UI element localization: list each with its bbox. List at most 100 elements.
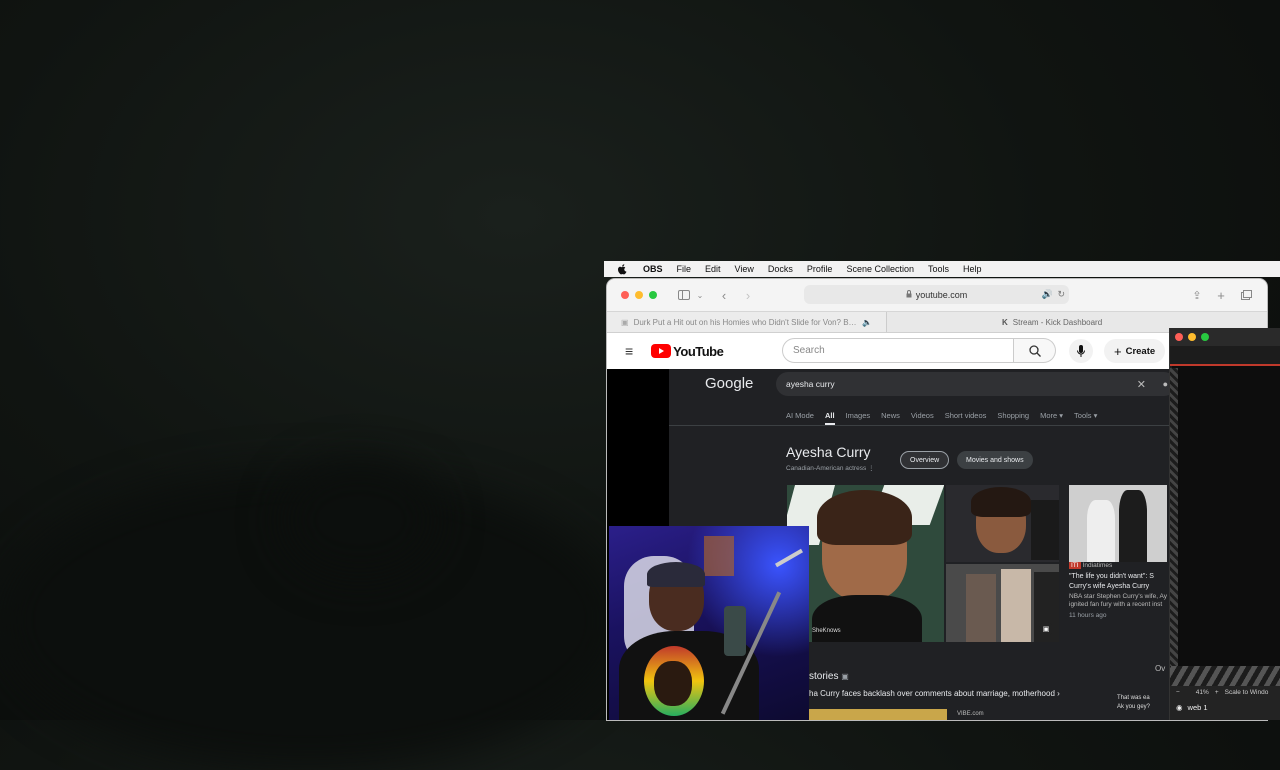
chat-message: Ak you gey? [1117,704,1151,710]
nav-more[interactable]: More ▾ [1040,411,1063,425]
news-source: ITI Indiatimes [1069,562,1113,569]
create-button[interactable]: + Create [1104,339,1166,363]
youtube-search-input[interactable]: Search [782,338,1014,363]
menu-tools[interactable]: Tools [921,264,956,274]
nav-all[interactable]: All [824,411,835,425]
obs-close-button[interactable] [1175,333,1183,341]
image-main-portrait[interactable]: SheKnows [787,485,944,642]
close-window-button[interactable] [621,291,629,299]
story-thumb[interactable] [809,709,947,720]
obs-minimize-button[interactable] [1188,333,1196,341]
search-placeholder: Search [793,345,825,356]
share-icon[interactable]: ⇪ [1190,288,1204,302]
obs-window: − 41% + Scale to Windo ◉ web 1 [1169,328,1280,720]
news-time: 11 hours ago [1069,611,1107,619]
create-label: Create [1125,345,1156,357]
scale-to-window[interactable]: Scale to Windo [1225,689,1269,696]
search-button[interactable] [1014,338,1056,363]
chat-message: That was ea [1117,695,1150,701]
voice-search-button[interactable] [1069,339,1093,363]
obs-zoom-button[interactable] [1201,333,1209,341]
forward-icon[interactable]: › [741,288,755,303]
search-icon [1028,344,1041,357]
obs-striped-bottom [1170,666,1280,686]
tab-youtube[interactable]: ▣ Durk Put a Hit out on his Homies who D… [607,312,887,332]
menu-scene-collection[interactable]: Scene Collection [839,264,921,274]
google-search-input[interactable]: ayesha curry ✕ ● [776,372,1176,396]
stories-icon: ▣ [841,672,849,681]
menu-app-name[interactable]: OBS [636,264,670,274]
news-card-image[interactable] [1069,485,1167,562]
menu-view[interactable]: View [728,264,761,274]
nav-videos[interactable]: Videos [911,411,934,425]
source-name[interactable]: web 1 [1188,703,1208,712]
youtube-favicon-icon: ▣ [621,317,629,327]
obs-preview[interactable] [1172,366,1280,666]
chat-overlay: That was ea Ak you gey? [1117,694,1150,712]
obs-bottom-bar: − 41% + Scale to Windo ◉ web 1 [1170,686,1280,720]
menu-profile[interactable]: Profile [800,264,840,274]
youtube-header: ≡ YouTube Search + Create [607,333,1267,369]
back-icon[interactable]: ‹ [717,288,731,303]
obs-striped-strip [1170,368,1178,668]
camera-icon: ◉ [1176,703,1183,712]
google-query-text: ayesha curry [786,379,835,389]
image-thumb-bottom[interactable]: ▣ [946,564,1059,642]
zoom-in-icon[interactable]: + [1215,689,1219,696]
nav-tools[interactable]: Tools ▾ [1074,411,1097,425]
tab-bar: ▣ Durk Put a Hit out on his Homies who D… [607,311,1267,333]
nav-images[interactable]: Images [846,411,871,425]
right-snippet: Ov [1155,664,1166,673]
menu-edit[interactable]: Edit [698,264,728,274]
audio-playing-icon[interactable]: 🔈 [862,318,872,327]
nav-short-videos[interactable]: Short videos [945,411,987,425]
chevron-down-icon[interactable]: ⌄ [693,288,707,302]
menu-icon[interactable]: ≡ [625,343,633,359]
image-credit: SheKnows [812,628,841,634]
chip-movies-and-shows[interactable]: Movies and shows [957,451,1033,469]
tab-label: Stream - Kick Dashboard [1012,317,1103,327]
image-thumb-top[interactable] [946,485,1059,562]
lock-icon [906,289,912,300]
safari-toolbar: ⌄ ‹ › youtube.com 🔊 ↻ ⇪ + [607,279,1267,311]
menu-help[interactable]: Help [956,264,989,274]
tab-label: Durk Put a Hit out on his Homies who Did… [633,317,857,327]
microphone-icon [1077,345,1085,357]
google-nav: AI Mode All Images News Videos Short vid… [786,411,1097,425]
youtube-play-icon [651,344,672,358]
sidebar-icon[interactable] [677,288,691,302]
tab-overview-icon[interactable] [1239,288,1253,302]
menu-docks[interactable]: Docks [761,264,800,274]
story-source: VIBE.com [957,711,984,717]
window-controls [621,291,657,299]
youtube-logo[interactable]: YouTube [651,344,724,359]
nav-news[interactable]: News [881,411,900,425]
minimize-window-button[interactable] [635,291,643,299]
chip-overview[interactable]: Overview [900,451,950,469]
speaker-icon[interactable]: 🔊 [1042,289,1053,300]
zoom-out-icon[interactable]: − [1176,689,1180,696]
zoom-level: 41% [1195,689,1209,696]
google-logo: Google [705,375,754,392]
nav-ai-mode[interactable]: AI Mode [786,411,814,425]
knowledge-panel-title: Ayesha Curry [786,444,871,460]
clear-icon[interactable]: ✕ [1137,378,1146,391]
zoom-window-button[interactable] [649,291,657,299]
address-bar[interactable]: youtube.com 🔊 ↻ [804,285,1069,304]
new-tab-icon[interactable]: + [1214,288,1228,303]
url-text: youtube.com [915,289,968,300]
webcam-feed [609,526,809,720]
reload-icon[interactable]: ↻ [1057,289,1065,300]
story-headline[interactable]: ha Curry faces backlash over comments ab… [809,689,1060,698]
news-card[interactable]: ITI Indiatimes "The life you didn't want"… [1069,562,1167,620]
plus-icon: + [1114,343,1122,359]
mic-icon[interactable]: ● [1163,379,1168,389]
knowledge-panel-subtitle: Canadian-American actress ⋮ [786,465,875,472]
info-icon[interactable]: ⋮ [868,465,875,472]
top-stories-heading: stories ▣ [809,671,849,682]
menu-file[interactable]: File [670,264,699,274]
apple-icon[interactable] [616,263,628,275]
nav-shopping[interactable]: Shopping [997,411,1029,425]
image-expand-icon[interactable]: ▣ [1039,622,1053,636]
macos-menu-bar: OBS File Edit View Docks Profile Scene C… [604,261,1280,277]
